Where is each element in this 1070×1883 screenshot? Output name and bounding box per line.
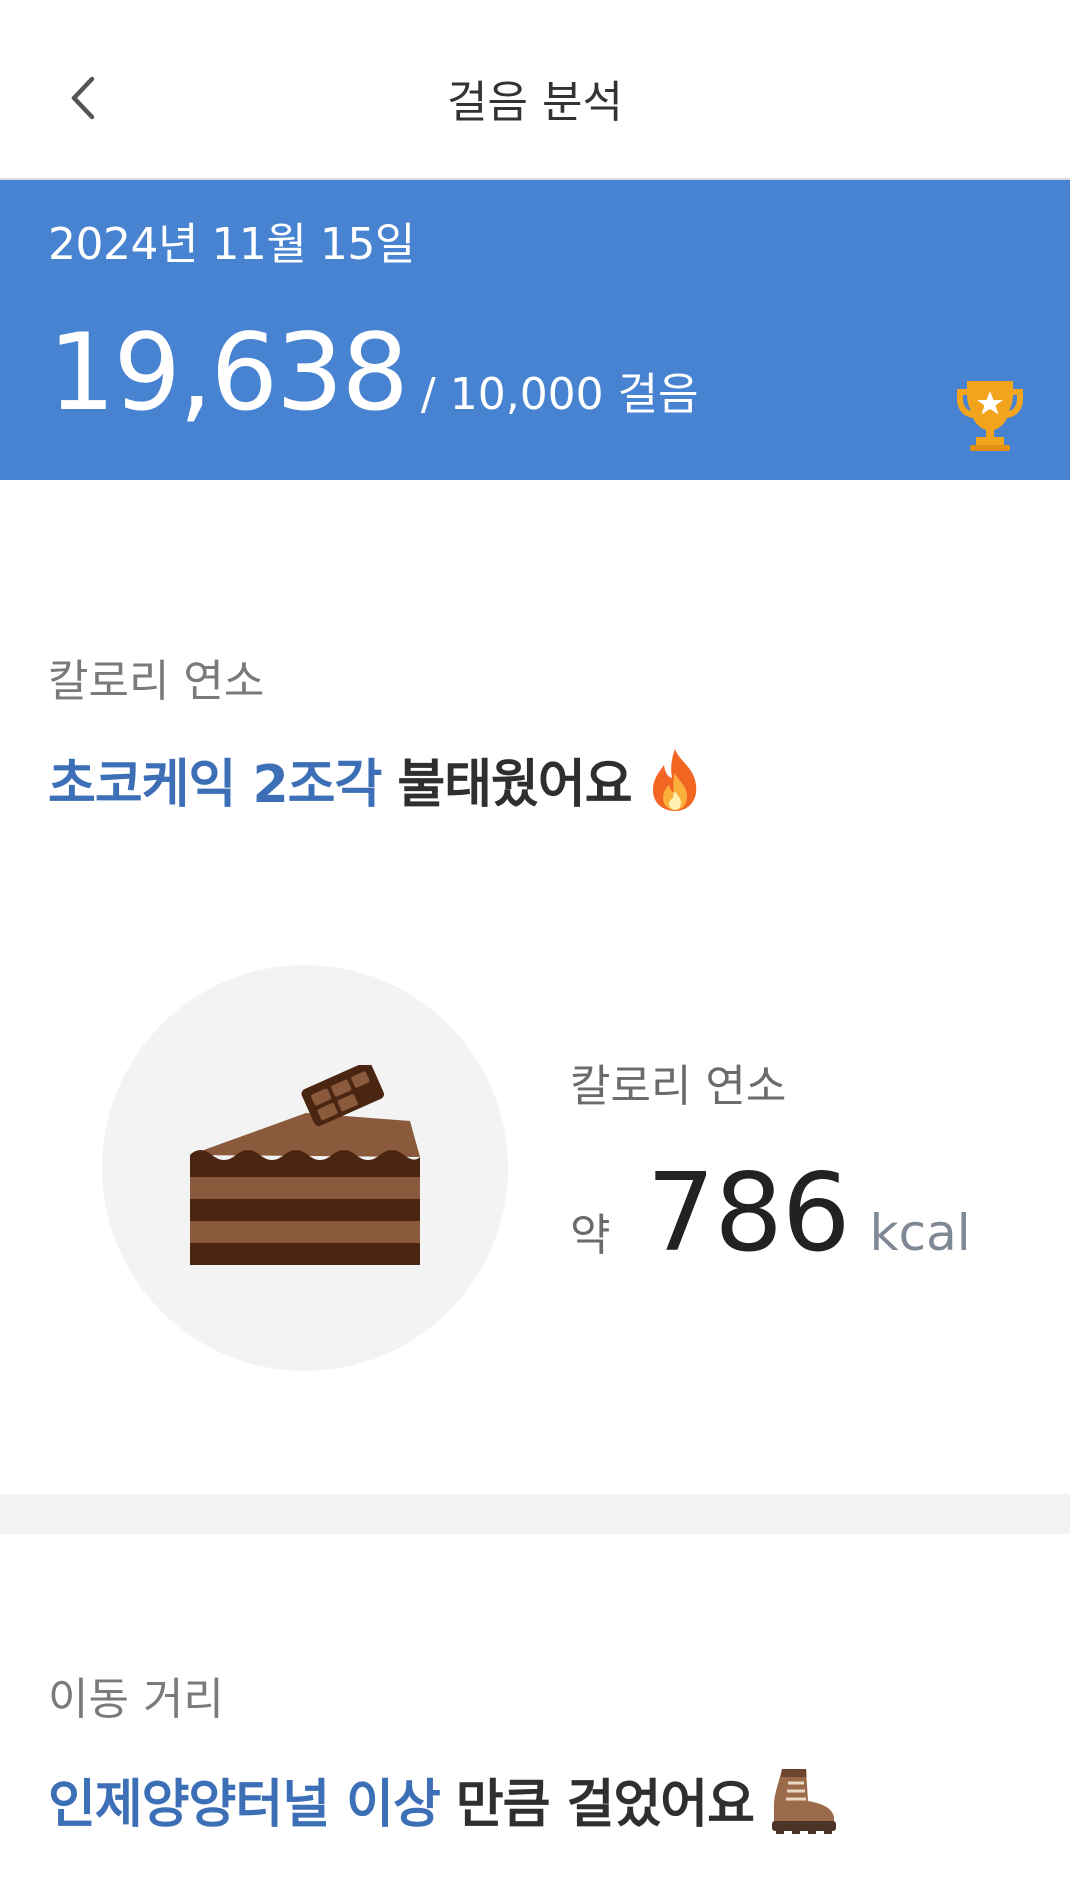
distance-headline-accent: 인제양양터널 이상 [48, 1775, 441, 1835]
calorie-stat-value: 786 [646, 1151, 850, 1276]
app-header: 걸음 분석 [0, 0, 1070, 180]
trophy-icon [957, 381, 1023, 451]
page-title: 걸음 분석 [447, 77, 623, 128]
steps-goal: / 10,000 걸음 [420, 369, 699, 420]
calorie-stat-label: 칼로리 연소 [570, 1061, 787, 1112]
calorie-stat-unit: kcal [869, 1204, 971, 1262]
calorie-headline-rest: 불태웠어요 [397, 755, 632, 815]
calorie-section-label: 칼로리 연소 [48, 656, 265, 707]
fire-emoji-icon [652, 748, 696, 811]
steps-summary: 19,638 / 10,000 걸음 [48, 320, 699, 426]
steps-banner: 2024년 11월 15일 19,638 / 10,000 걸음 [0, 180, 1070, 480]
calorie-stat-prefix: 약 [570, 1210, 611, 1261]
chocolate-cake-icon [190, 1065, 420, 1265]
calorie-headline: 초코케익 2조각 불태웠어요 [48, 742, 704, 817]
date-label: 2024년 11월 15일 [48, 219, 415, 270]
calorie-headline-accent: 초코케익 2조각 [48, 755, 382, 815]
section-divider [0, 1494, 1070, 1534]
distance-headline-rest: 만큼 걸었어요 [455, 1775, 755, 1835]
distance-headline: 인제양양터널 이상 만큼 걸었어요 [48, 1762, 838, 1837]
steps-count: 19,638 [48, 311, 409, 434]
hiking-boot-emoji-icon [771, 1768, 836, 1834]
calorie-stat: 약 786 kcal [570, 1160, 971, 1268]
distance-section-label: 이동 거리 [48, 1674, 224, 1725]
